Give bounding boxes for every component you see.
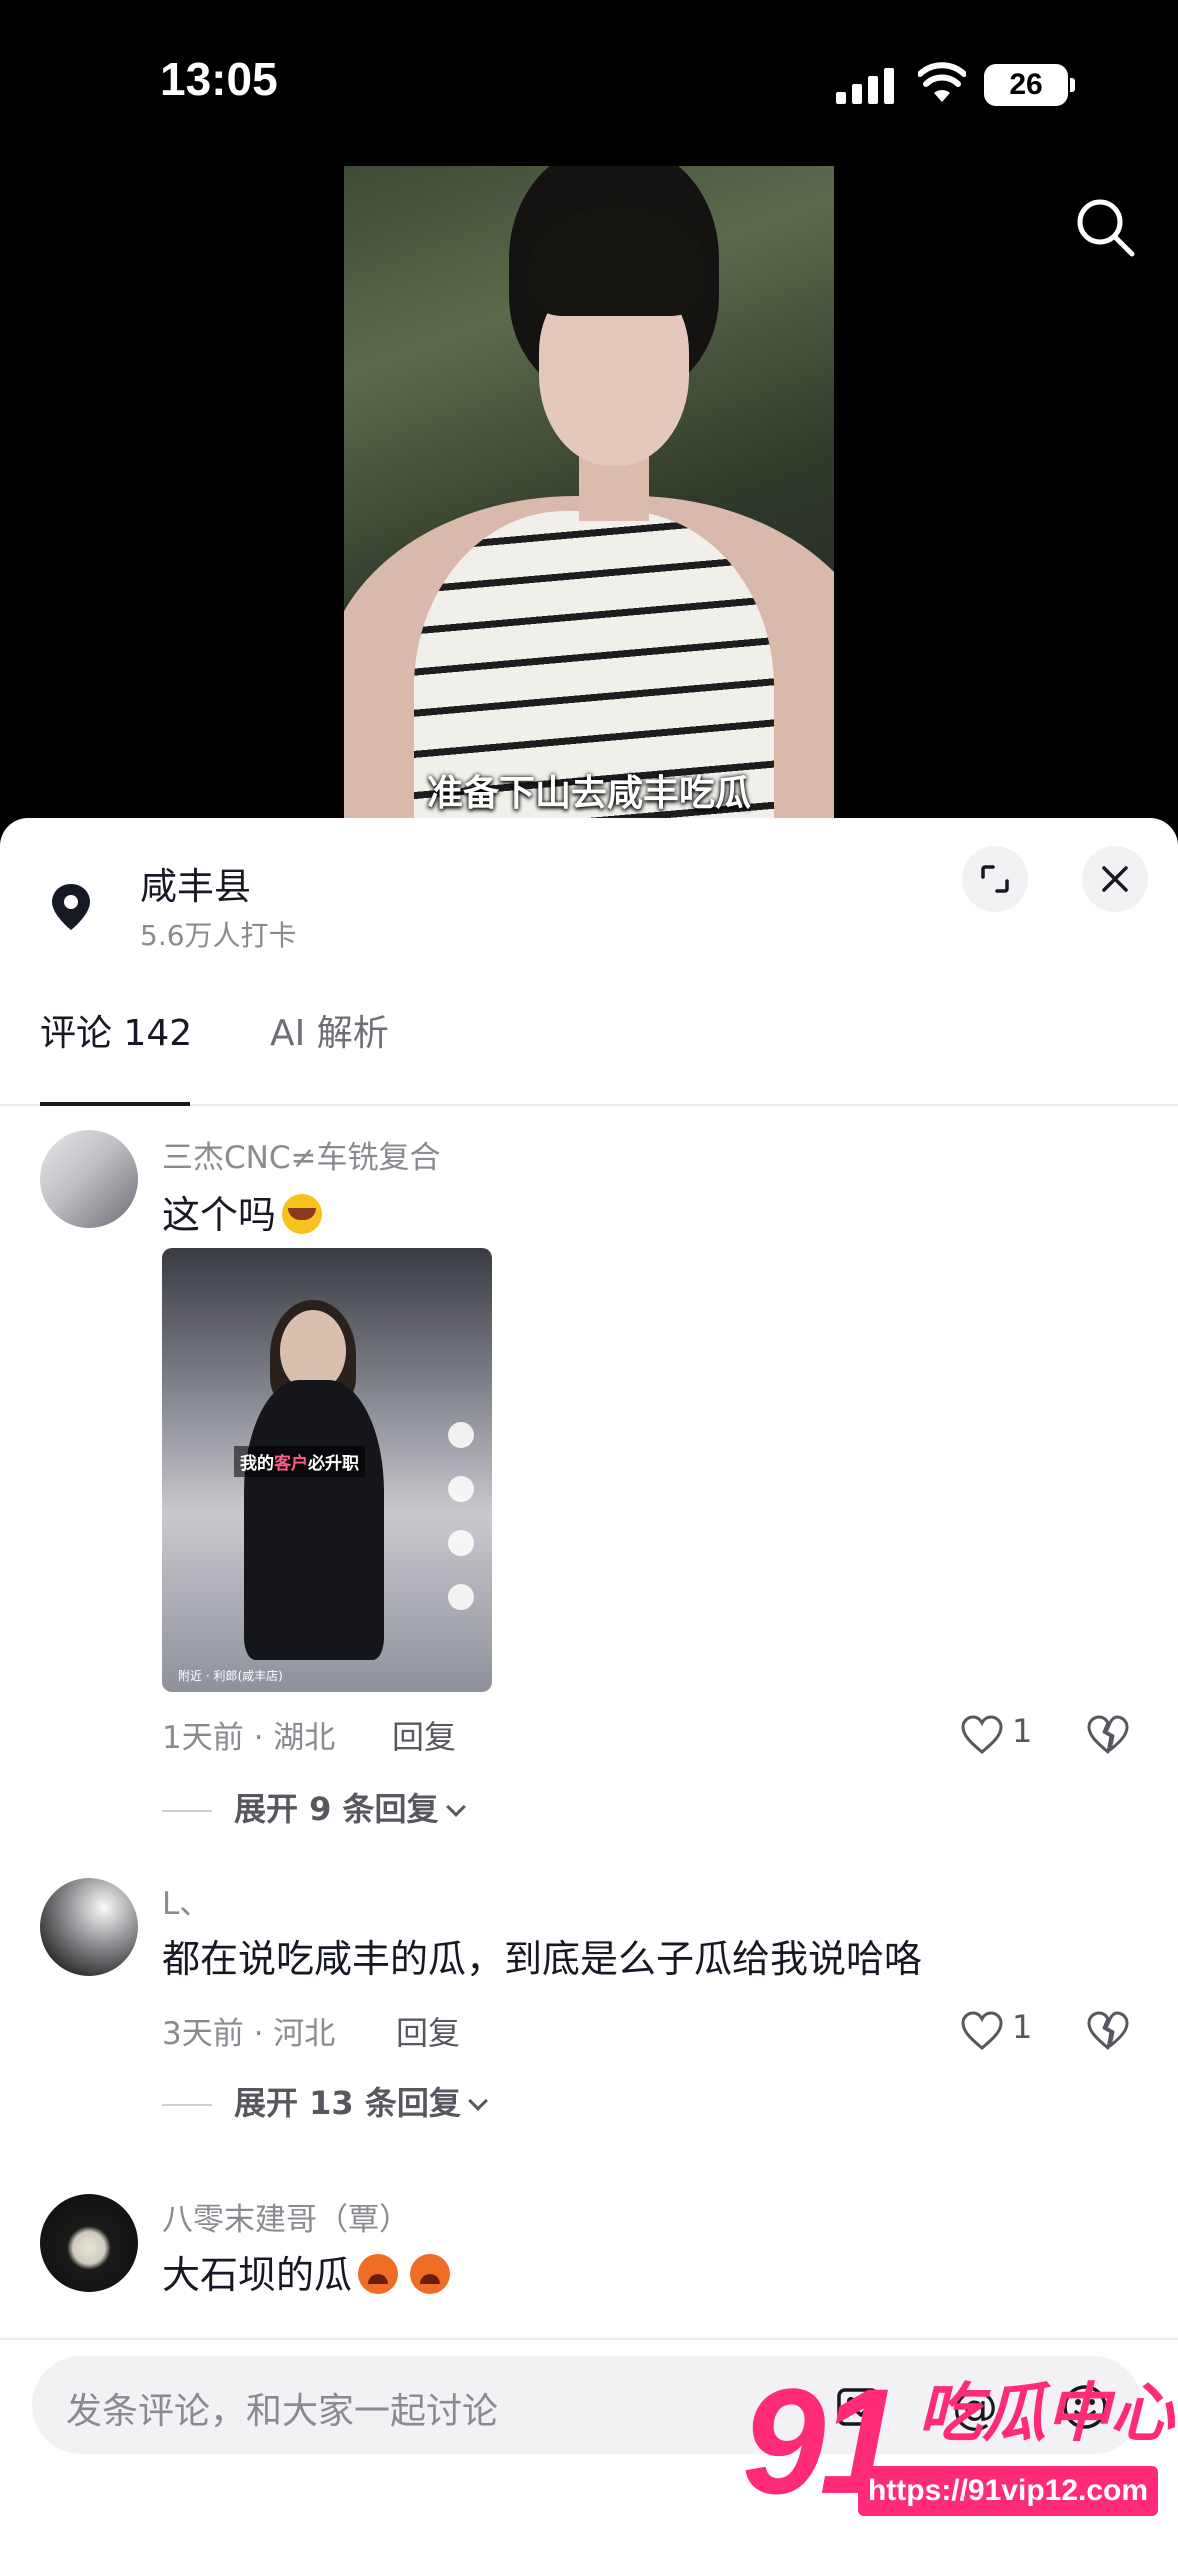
thumbnail-caption-highlight: 客户 bbox=[274, 1454, 308, 1474]
avatar[interactable] bbox=[40, 1878, 138, 1976]
active-tab-indicator bbox=[40, 1102, 190, 1106]
comment-text: 都在说吃咸丰的瓜，到底是么子瓜给我说哈咯 bbox=[162, 1937, 923, 1981]
expand-icon bbox=[981, 865, 1009, 893]
thumbnail-figure-coat bbox=[244, 1380, 384, 1660]
comment-item: L、 都在说吃咸丰的瓜，到底是么子瓜给我说哈咯 3天前 · 河北 回复 1 展开… bbox=[0, 1878, 1178, 2178]
battery-indicator: 26 bbox=[984, 64, 1068, 106]
thumbnail-side-actions bbox=[448, 1422, 478, 1682]
comment-item: 三杰CNC≠车铣复合 这个吗 我的客户必升职 附近 · 利郎(咸丰店) 1天前 … bbox=[0, 1114, 1178, 1828]
laughing-crying-emoji-icon bbox=[282, 1194, 323, 1234]
broken-heart-icon[interactable] bbox=[1086, 2010, 1130, 2052]
search-icon[interactable] bbox=[1070, 192, 1140, 262]
comment-item: 八零末建哥（覃） 大石坝的瓜 bbox=[0, 2194, 1178, 2354]
reply-button[interactable]: 回复 bbox=[396, 2008, 460, 2054]
expand-replies-button[interactable]: 展开 13 条回复 bbox=[162, 2078, 488, 2124]
status-time: 13:05 bbox=[160, 53, 278, 105]
tab-comments[interactable]: 评论 142 bbox=[40, 984, 192, 1106]
like-count: 1 bbox=[1012, 1712, 1033, 1750]
comment-input-placeholder: 发条评论，和大家一起讨论 bbox=[66, 2391, 499, 2432]
watermark-url: https://91vip12.com bbox=[858, 2466, 1158, 2516]
comment-image-thumbnail[interactable]: 我的客户必升职 附近 · 利郎(咸丰店) bbox=[162, 1248, 492, 1692]
close-icon bbox=[1102, 866, 1128, 892]
close-button[interactable] bbox=[1082, 846, 1148, 912]
location-checkin-count: 5.6万人打卡 bbox=[140, 919, 297, 952]
video-caption: 准备下山去咸丰吃瓜 bbox=[426, 773, 751, 814]
watermark-logo: 91 吃瓜中心 https://91vip12.com bbox=[742, 2366, 1174, 2534]
video-player[interactable]: 准备下山去咸丰吃瓜 bbox=[344, 166, 834, 826]
thumbnail-location-tag: 附近 · 利郎(咸丰店) bbox=[178, 1669, 283, 1683]
comment-text-content: 这个吗 bbox=[162, 1193, 277, 1237]
comment-text-content: 大石坝的瓜 bbox=[162, 2253, 353, 2297]
expand-replies-button[interactable]: 展开 9 条回复 bbox=[162, 1784, 466, 1830]
comments-sheet: 咸丰县 5.6万人打卡 评论 142 AI 解析 三杰CNC≠车铣复合 这个吗 … bbox=[0, 818, 1178, 2560]
comment-text: 大石坝的瓜 bbox=[162, 2244, 451, 2299]
location-title[interactable]: 咸丰县 bbox=[140, 856, 251, 910]
video-figure-bangs bbox=[529, 206, 704, 316]
avatar[interactable] bbox=[40, 1130, 138, 1228]
expand-divider bbox=[162, 1810, 212, 1812]
thumbnail-caption-post: 必升职 bbox=[308, 1454, 359, 1474]
comment-username[interactable]: 三杰CNC≠车铣复合 bbox=[162, 1132, 440, 1177]
avatar[interactable] bbox=[40, 2194, 138, 2292]
chevron-down-icon bbox=[445, 1797, 466, 1817]
reply-button[interactable]: 回复 bbox=[392, 1712, 456, 1758]
comment-username[interactable]: L、 bbox=[162, 1878, 210, 1923]
comment-text: 这个吗 bbox=[162, 1184, 323, 1239]
angry-face-emoji-icon bbox=[358, 2254, 399, 2294]
like-count: 1 bbox=[1012, 2008, 1033, 2046]
wifi-icon bbox=[918, 62, 966, 102]
expand-replies-label: 展开 13 条回复 bbox=[234, 2084, 461, 2122]
expand-divider bbox=[162, 2104, 212, 2106]
status-bar: 13:05 26 bbox=[0, 0, 1178, 160]
angry-face-emoji-icon bbox=[410, 2254, 451, 2294]
thumbnail-caption: 我的客户必升职 bbox=[234, 1446, 365, 1477]
expand-button[interactable] bbox=[962, 846, 1028, 912]
heart-icon[interactable] bbox=[960, 1714, 1004, 1756]
comment-username[interactable]: 八零末建哥（覃） bbox=[162, 2194, 410, 2239]
tab-ai-analysis[interactable]: AI 解析 bbox=[270, 984, 389, 1106]
location-pin-icon bbox=[52, 884, 90, 930]
thumbnail-caption-pre: 我的 bbox=[240, 1454, 274, 1474]
comment-meta: 3天前 · 河北 bbox=[162, 2016, 336, 2052]
broken-heart-icon[interactable] bbox=[1086, 1714, 1130, 1756]
watermark-text: 吃瓜中心 bbox=[918, 2377, 1174, 2451]
chevron-down-icon bbox=[467, 2091, 488, 2111]
heart-icon[interactable] bbox=[960, 2010, 1004, 2052]
cellular-signal-icon bbox=[836, 68, 894, 104]
battery-tip bbox=[1070, 78, 1075, 92]
comment-meta: 1天前 · 湖北 bbox=[162, 1720, 336, 1756]
tab-bar: 评论 142 AI 解析 bbox=[0, 984, 1178, 1106]
expand-replies-label: 展开 9 条回复 bbox=[234, 1790, 439, 1828]
